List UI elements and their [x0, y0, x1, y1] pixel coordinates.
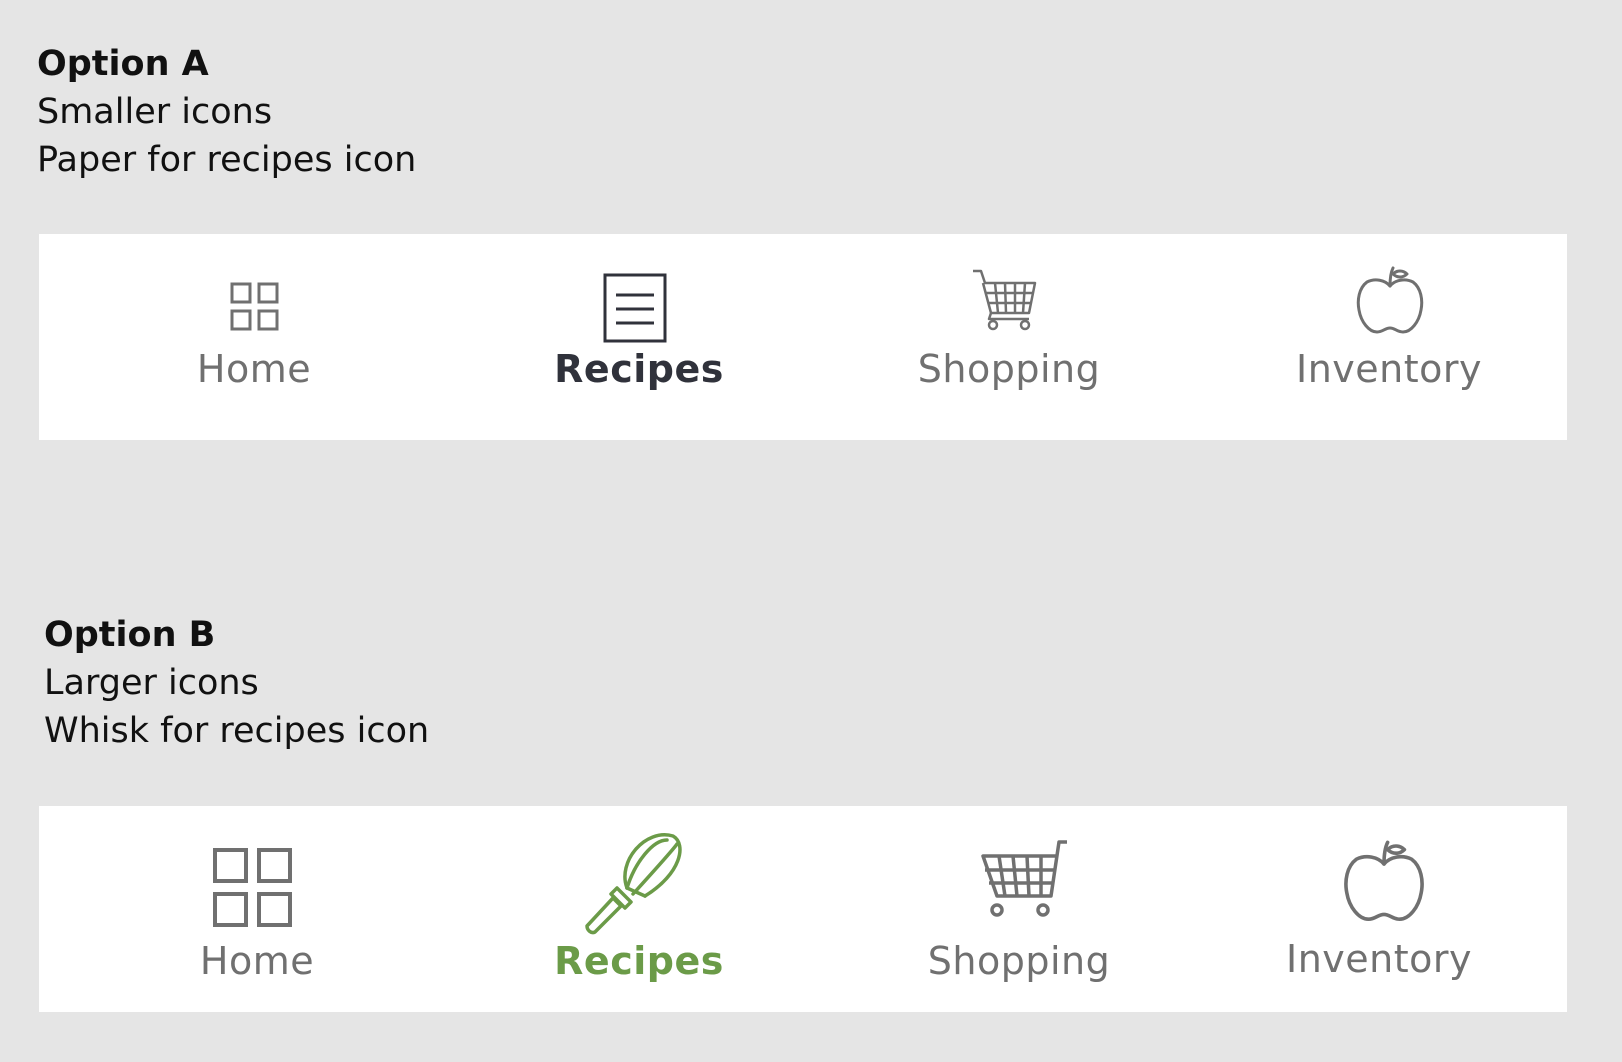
grid-icon	[213, 848, 292, 927]
grid-icon	[230, 282, 279, 331]
whisk-icon	[585, 833, 682, 935]
option-b-nav-home[interactable]: Home	[139, 806, 375, 1012]
option-a-nav-recipes[interactable]: Recipes	[519, 234, 759, 440]
shopping-cart-icon	[973, 269, 1037, 331]
option-a-title: Option A	[37, 44, 209, 84]
option-b-nav-inventory[interactable]: Inventory	[1269, 806, 1489, 1012]
option-a-line2: Paper for recipes icon	[37, 140, 417, 180]
apple-icon	[1344, 840, 1424, 921]
shopping-cart-icon	[981, 840, 1067, 917]
option-b-nav-home-label: Home	[199, 939, 315, 983]
option-a-line1: Smaller icons	[37, 92, 273, 132]
option-b-nav-shopping[interactable]: Shopping	[909, 806, 1129, 1012]
option-a-nav-bar: Home Recipes Shopping Inventory	[39, 234, 1567, 440]
option-b-nav-recipes-label: Recipes	[554, 939, 724, 983]
option-b-nav-inventory-label: Inventory	[1285, 937, 1472, 981]
apple-icon	[1356, 266, 1424, 334]
option-b-line1: Larger icons	[44, 663, 259, 703]
option-b-line2: Whisk for recipes icon	[44, 711, 430, 751]
option-b-nav-shopping-label: Shopping	[927, 939, 1111, 983]
option-a-nav-home-label: Home	[196, 347, 312, 391]
option-a-nav-inventory-label: Inventory	[1295, 347, 1482, 391]
option-a-nav-recipes-label: Recipes	[554, 347, 724, 391]
option-a-nav-shopping[interactable]: Shopping	[899, 234, 1119, 440]
option-b-description: Option B Larger icons Whisk for recipes …	[44, 611, 429, 755]
option-b-nav-bar: Home Recipes Shopping Inventory	[39, 806, 1567, 1012]
option-a-description: Option A Smaller icons Paper for recipes…	[37, 40, 416, 184]
option-b-nav-recipes[interactable]: Recipes	[519, 806, 759, 1012]
option-b-title: Option B	[44, 615, 216, 655]
document-icon	[603, 273, 667, 343]
option-a-nav-home[interactable]: Home	[139, 234, 369, 440]
option-a-nav-inventory[interactable]: Inventory	[1279, 234, 1499, 440]
option-a-nav-shopping-label: Shopping	[917, 347, 1101, 391]
